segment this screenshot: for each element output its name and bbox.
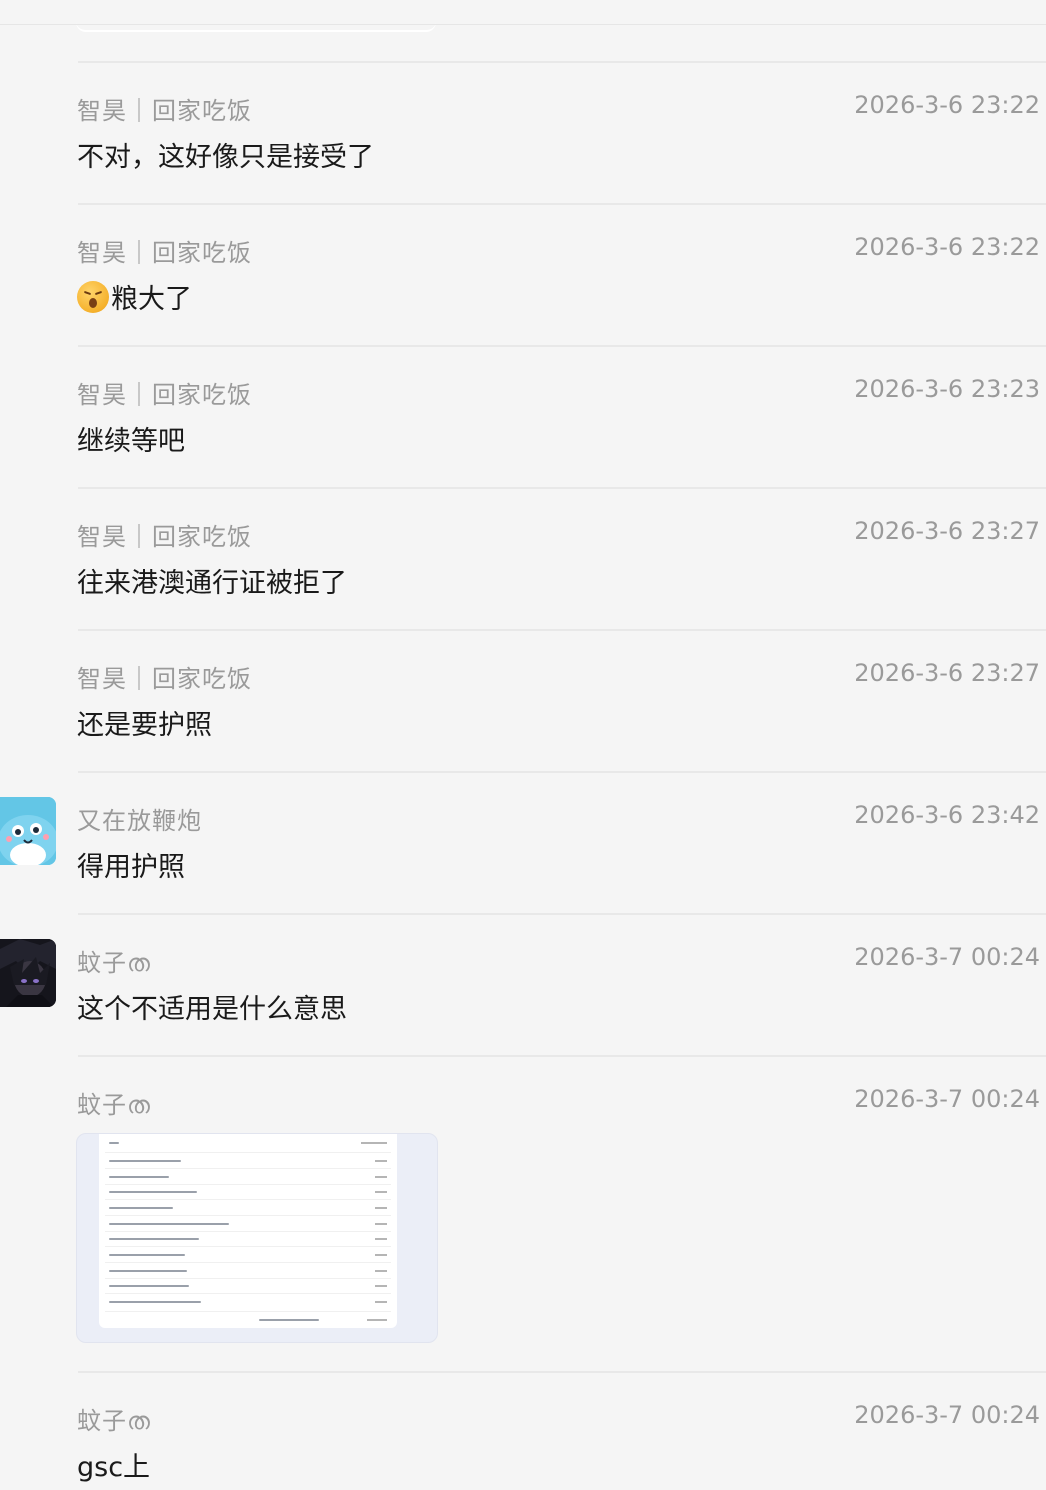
sender-name[interactable]: 智昊｜回家吃饭 bbox=[77, 517, 252, 552]
message-text-content: 粮大了 bbox=[111, 284, 192, 315]
divider bbox=[0, 24, 1046, 25]
sender-name[interactable]: 蚊子ത bbox=[77, 1085, 151, 1120]
message-text[interactable]: 粮大了 bbox=[77, 277, 192, 316]
message-text[interactable]: 这个不适用是什么意思 bbox=[77, 987, 347, 1026]
message-text[interactable]: 往来港澳通行证被拒了 bbox=[77, 561, 347, 600]
screenshot-thumbnail-content bbox=[99, 1134, 397, 1328]
message-text[interactable]: gsc上 bbox=[77, 1445, 150, 1484]
message-time: 2026-3-7 00:24 bbox=[854, 943, 1040, 971]
message-time: 2026-3-7 00:24 bbox=[854, 1401, 1040, 1429]
divider bbox=[78, 629, 1046, 631]
dark-anime-avatar[interactable] bbox=[0, 939, 56, 1007]
divider bbox=[78, 1371, 1046, 1373]
sender-name[interactable]: 蚊子ത bbox=[77, 1401, 151, 1436]
sender-name[interactable]: 智昊｜回家吃饭 bbox=[77, 375, 252, 410]
divider bbox=[78, 203, 1046, 205]
divider bbox=[78, 345, 1046, 347]
divider bbox=[78, 913, 1046, 915]
sender-name[interactable]: 智昊｜回家吃饭 bbox=[77, 91, 252, 126]
divider bbox=[78, 771, 1046, 773]
message-time: 2026-3-6 23:27 bbox=[854, 517, 1040, 545]
message-text[interactable]: 还是要护照 bbox=[77, 703, 212, 742]
image-message-thumbnail[interactable] bbox=[76, 1133, 438, 1343]
message-time: 2026-3-6 23:22 bbox=[854, 233, 1040, 261]
chat-history: 智昊｜回家吃饭 2026-3-6 23:22 不对，这好像只是接受了 智昊｜回家… bbox=[0, 0, 1046, 1490]
previous-image-card-edge[interactable] bbox=[76, 0, 436, 32]
message-text[interactable]: 得用护照 bbox=[77, 845, 185, 884]
sender-name[interactable]: 蚊子ത bbox=[77, 943, 151, 978]
message-time: 2026-3-6 23:42 bbox=[854, 801, 1040, 829]
sender-name[interactable]: 智昊｜回家吃饭 bbox=[77, 659, 252, 694]
message-text[interactable]: 继续等吧 bbox=[77, 419, 185, 458]
divider bbox=[78, 1055, 1046, 1057]
sender-name[interactable]: 又在放鞭炮 bbox=[77, 801, 202, 836]
blue-cat-avatar[interactable] bbox=[0, 797, 56, 865]
message-time: 2026-3-6 23:22 bbox=[854, 91, 1040, 119]
message-text[interactable]: 不对，这好像只是接受了 bbox=[77, 135, 374, 174]
message-time: 2026-3-7 00:24 bbox=[854, 1085, 1040, 1113]
divider bbox=[78, 487, 1046, 489]
sweat-smile-emoji-icon bbox=[77, 280, 109, 313]
divider bbox=[78, 61, 1046, 63]
message-time: 2026-3-6 23:27 bbox=[854, 659, 1040, 687]
sender-name[interactable]: 智昊｜回家吃饭 bbox=[77, 233, 252, 268]
message-time: 2026-3-6 23:23 bbox=[854, 375, 1040, 403]
